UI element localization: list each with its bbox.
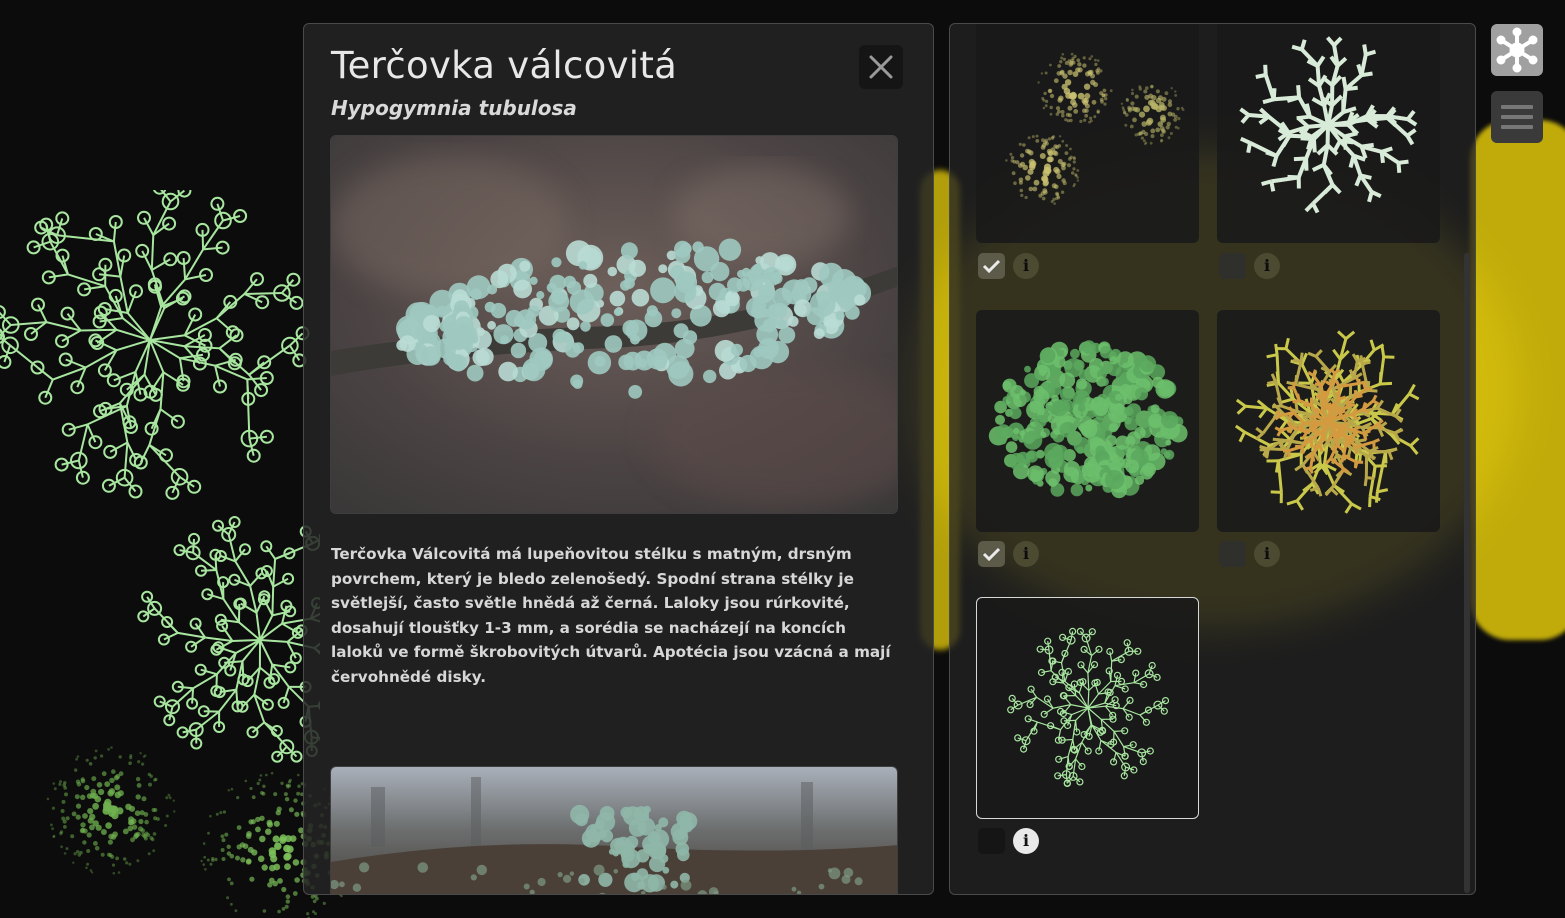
species-gallery-panel: i i i i i: [949, 23, 1476, 895]
info-icon: i: [1263, 544, 1271, 563]
gallery-item-info-button[interactable]: i: [1013, 541, 1039, 567]
gallery-item-info-button[interactable]: i: [1254, 253, 1280, 279]
gallery-item-info-button[interactable]: i: [1013, 828, 1039, 854]
species-detail-panel: Terčovka válcovitá Hypogymnia tubulosa T…: [303, 23, 934, 895]
lichen-view-button[interactable]: [1491, 24, 1543, 76]
gallery-item-outline-lichen[interactable]: [976, 597, 1199, 819]
species-title: Terčovka válcovitá: [331, 44, 678, 87]
gallery-scrollbar[interactable]: [1464, 253, 1470, 893]
hamburger-menu-icon: [1501, 105, 1533, 129]
close-icon: [869, 55, 893, 79]
gallery-item-dotted-lichen[interactable]: [976, 24, 1199, 243]
gallery-item-pale-lichen[interactable]: [1217, 24, 1440, 243]
gallery-item-green-lichen[interactable]: [976, 310, 1199, 532]
check-icon: [982, 547, 1001, 562]
close-button[interactable]: [859, 45, 903, 89]
gallery-item-checkbox[interactable]: [978, 253, 1005, 279]
gallery-item-checkbox[interactable]: [978, 541, 1005, 567]
info-icon: i: [1022, 256, 1030, 275]
gallery-item-yellow-lichen[interactable]: [1217, 310, 1440, 532]
gallery-item-checkbox[interactable]: [978, 828, 1005, 854]
species-latin-name: Hypogymnia tubulosa: [331, 96, 577, 120]
info-icon: i: [1263, 256, 1271, 275]
lichen-icon: [1496, 27, 1538, 73]
gallery-item-checkbox[interactable]: [1219, 253, 1246, 279]
info-icon: i: [1022, 831, 1030, 850]
species-photo-secondary: [330, 766, 898, 894]
green-outline-lichen-small: [137, 516, 320, 763]
gallery-item-info-button[interactable]: i: [1254, 541, 1280, 567]
gallery-item-info-button[interactable]: i: [1013, 253, 1039, 279]
species-description: Terčovka Válcovitá má lupeňovitou stélku…: [331, 545, 891, 686]
menu-button[interactable]: [1491, 91, 1543, 143]
species-photo-main: [330, 135, 898, 514]
check-icon: [982, 259, 1001, 274]
gallery-item-checkbox[interactable]: [1219, 541, 1246, 567]
info-icon: i: [1022, 544, 1030, 563]
yellow-lichen-edge: [1470, 120, 1565, 640]
